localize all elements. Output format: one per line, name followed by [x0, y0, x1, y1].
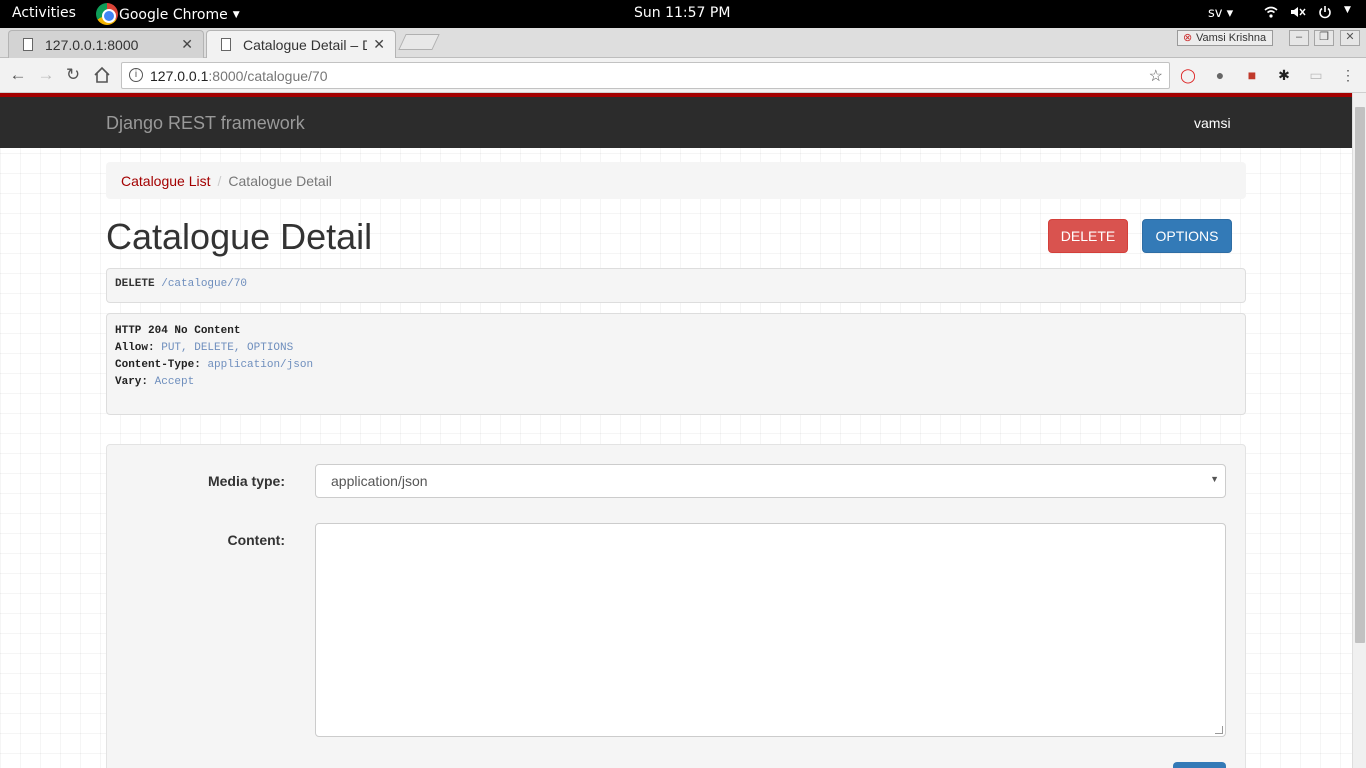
chrome-logo-icon — [96, 3, 118, 25]
page-icon — [23, 38, 33, 51]
options-button[interactable]: OPTIONS — [1142, 219, 1232, 253]
keyboard-layout-indicator[interactable]: sv ▾ — [1208, 6, 1233, 21]
tab-title: 127.0.0.1:8000 — [45, 36, 139, 53]
address-bar[interactable]: i 127.0.0.1:8000/catalogue/70 ☆ — [121, 62, 1170, 89]
app-menu[interactable]: Google Chrome ▼ — [96, 3, 240, 25]
forward-arrow-icon[interactable]: → — [35, 64, 57, 86]
back-arrow-icon[interactable]: ← — [7, 64, 29, 86]
breadcrumb-catalogue-detail: Catalogue Detail — [228, 173, 332, 189]
breadcrumb-separator: / — [217, 173, 222, 189]
close-window-button[interactable]: ✕ — [1340, 30, 1360, 46]
new-tab-button[interactable] — [398, 34, 440, 50]
content-textarea[interactable] — [315, 523, 1226, 737]
request-method: DELETE — [115, 278, 155, 290]
lightbulb-extension-icon[interactable]: ● — [1211, 66, 1229, 84]
close-icon[interactable]: ✕ — [181, 36, 193, 53]
response-status: HTTP 204 No Content — [115, 325, 241, 337]
page-icon — [221, 38, 231, 51]
profile-button[interactable]: Vamsi Krishna — [1177, 30, 1274, 46]
volume-muted-icon — [1290, 5, 1306, 23]
cast-extension-icon[interactable]: ▭ — [1307, 66, 1325, 84]
tab-catalogue-detail[interactable]: Catalogue Detail – Dj ✕ — [206, 30, 396, 58]
page-scrollbar[interactable] — [1352, 93, 1366, 768]
media-type-label: Media type: — [207, 473, 285, 489]
caret-down-icon: ▼ — [1210, 474, 1219, 484]
page-viewport: Django REST framework vamsi Catalogue Li… — [0, 93, 1352, 768]
page-title: Catalogue Detail — [106, 216, 373, 257]
gnome-extension-icon[interactable]: ✱ — [1275, 66, 1293, 84]
response-header: Vary: Accept — [115, 376, 195, 388]
bookmark-star-icon[interactable]: ☆ — [1149, 66, 1163, 86]
opera-extension-icon[interactable]: ◯ — [1179, 66, 1197, 84]
browser-toolbar: ← → ↻ i 127.0.0.1:8000/catalogue/70 ☆ ◯ … — [0, 58, 1366, 93]
reload-icon[interactable]: ↻ — [62, 64, 84, 86]
caret-down-icon: ▼ — [232, 10, 240, 20]
resize-handle[interactable] — [1215, 726, 1223, 734]
power-icon — [1318, 5, 1332, 23]
clock[interactable]: Sun 11:57 PM — [634, 5, 730, 21]
tab-strip: 127.0.0.1:8000 ✕ Catalogue Detail – Dj ✕… — [0, 28, 1366, 58]
delete-button[interactable]: DELETE — [1048, 219, 1128, 253]
scrollbar-thumb[interactable] — [1355, 107, 1365, 643]
tab-localhost[interactable]: 127.0.0.1:8000 ✕ — [8, 30, 204, 58]
system-top-bar: Activities Google Chrome ▼ Sun 11:57 PM … — [0, 0, 1366, 28]
menu-icon[interactable]: ⋮ — [1339, 66, 1357, 84]
request-path: /catalogue/70 — [161, 278, 248, 290]
response-info: HTTP 204 No Content Allow: PUT, DELETE, … — [106, 313, 1246, 415]
put-button[interactable] — [1173, 762, 1226, 768]
brand-link[interactable]: Django REST framework — [106, 113, 305, 134]
status-area[interactable]: ▼ — [1264, 5, 1351, 23]
response-header: Allow: PUT, DELETE, OPTIONS — [115, 342, 294, 354]
maximize-button[interactable]: ❐ — [1314, 30, 1334, 46]
user-menu[interactable]: vamsi — [1194, 115, 1231, 131]
info-icon[interactable]: i — [129, 68, 143, 82]
media-type-select[interactable]: application/json ▼ — [315, 464, 1226, 498]
wifi-icon — [1264, 5, 1278, 23]
response-header: Content-Type: application/json — [115, 359, 314, 371]
app-menu-label: Google Chrome — [119, 7, 228, 23]
drf-navbar: Django REST framework vamsi — [0, 93, 1352, 148]
content-label: Content: — [227, 532, 285, 548]
activities-button[interactable]: Activities — [12, 5, 76, 21]
breadcrumb-catalogue-list[interactable]: Catalogue List — [121, 173, 211, 189]
minimize-button[interactable]: – — [1289, 30, 1309, 46]
request-info: DELETE /catalogue/70 — [106, 268, 1246, 303]
url-text: 127.0.0.1:8000/catalogue/70 — [150, 68, 328, 84]
close-icon[interactable]: ✕ — [373, 36, 385, 53]
raw-data-form: Media type: application/json ▼ Content: — [106, 444, 1246, 768]
tab-title: Catalogue Detail – Dj — [243, 36, 368, 53]
caret-down-icon: ▼ — [1344, 5, 1351, 15]
home-icon[interactable] — [91, 64, 113, 86]
breadcrumb: Catalogue List / Catalogue Detail — [106, 162, 1246, 199]
bookmark-extension-icon[interactable]: ■ — [1243, 66, 1261, 84]
